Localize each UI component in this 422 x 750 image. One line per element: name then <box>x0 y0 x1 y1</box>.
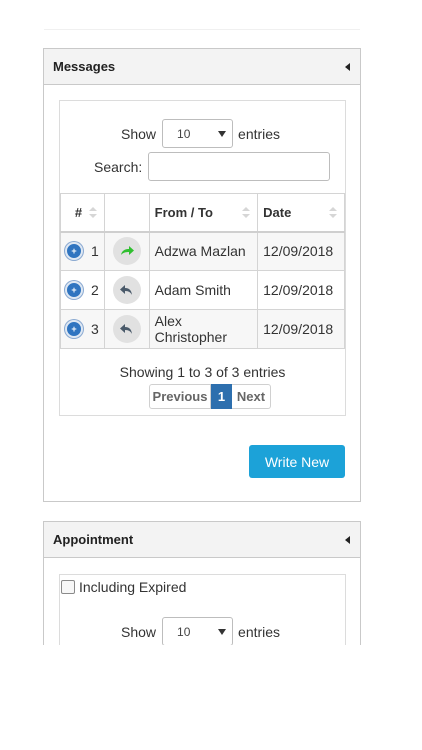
forward-icon <box>120 246 134 256</box>
page-length-select[interactable]: 10 <box>162 617 234 645</box>
sort-icon <box>88 207 97 219</box>
table-header-row: # From / To Date <box>60 193 345 233</box>
search-label: Search: <box>94 158 143 175</box>
write-new-button[interactable]: Write New <box>249 445 345 478</box>
row-number: 2 <box>91 282 99 298</box>
appointment-panel-header[interactable]: Appointment <box>44 522 360 558</box>
messages-table: # From / To Date + 1 Adzwa Mazlan 12/09/… <box>60 193 345 349</box>
appointment-panel-title: Appointment <box>53 532 134 547</box>
messages-table-wrapper: Show 10 entries Search: # From / To Date… <box>59 100 346 416</box>
from-to-cell: Adzwa Mazlan <box>154 243 246 260</box>
including-expired-label: Including Expired <box>79 579 187 595</box>
expand-row-icon[interactable] <box>65 320 83 338</box>
page-length-value: 10 <box>177 126 191 141</box>
reply-button[interactable] <box>112 315 141 343</box>
forward-button[interactable] <box>112 237 141 266</box>
row-number: 1 <box>91 243 99 260</box>
messages-panel-title: Messages <box>53 59 116 74</box>
reply-button[interactable] <box>112 276 141 304</box>
including-expired-checkbox[interactable] <box>61 580 75 594</box>
table-row[interactable]: 1 Adzwa Mazlan 12/09/2018 <box>60 231 345 271</box>
reply-icon <box>120 284 133 295</box>
page-length-control: Show 10 entries <box>121 617 280 645</box>
messages-panel-header[interactable]: Messages <box>44 49 360 85</box>
date-cell: 12/09/2018 <box>263 321 334 337</box>
including-expired-control: Including Expired <box>61 579 186 595</box>
search-input[interactable] <box>148 152 331 181</box>
column-number-label: # <box>74 204 83 220</box>
expand-row-icon[interactable] <box>65 242 83 261</box>
sort-icon <box>242 207 251 219</box>
column-date-label: Date <box>263 204 292 220</box>
row-number: 3 <box>91 321 99 337</box>
top-divider <box>44 29 360 30</box>
column-header-action <box>103 193 150 233</box>
column-header-date[interactable]: Date <box>257 193 345 233</box>
date-cell: 12/09/2018 <box>263 243 334 260</box>
pagination-previous-button[interactable]: Previous <box>149 384 211 409</box>
sort-icon <box>329 207 337 219</box>
show-label: Show <box>121 125 157 142</box>
column-from-to-label: From / To <box>154 204 213 220</box>
table-info: Showing 1 to 3 of 3 entries <box>119 364 286 380</box>
entries-label: entries <box>238 125 281 142</box>
page-length-control: Show 10 entries <box>121 119 280 148</box>
table-row[interactable]: 2 Adam Smith 12/09/2018 <box>60 270 345 310</box>
pagination-next-button[interactable]: Next <box>232 384 271 409</box>
date-cell: 12/09/2018 <box>263 282 334 298</box>
pagination: Previous 1 Next <box>149 384 271 409</box>
entries-label: entries <box>238 623 281 640</box>
appointment-panel: Appointment Including Expired Show 10 en… <box>43 521 361 645</box>
column-header-from-to[interactable]: From / To <box>148 193 259 233</box>
expand-row-icon[interactable] <box>65 281 83 299</box>
appointment-table-wrapper: Including Expired Show 10 entries <box>59 574 346 645</box>
chevron-down-icon <box>218 131 227 137</box>
show-label: Show <box>121 623 157 640</box>
chevron-down-icon <box>218 629 227 635</box>
search-control: Search: <box>94 152 331 181</box>
messages-panel: Messages Show 10 entries Search: # From … <box>43 48 361 502</box>
pagination-page-button[interactable]: 1 <box>211 384 232 409</box>
from-to-cell: Adam Smith <box>154 282 231 298</box>
collapse-icon[interactable] <box>345 535 350 544</box>
collapse-icon[interactable] <box>345 62 350 71</box>
page-length-select[interactable]: 10 <box>162 119 234 148</box>
column-header-number[interactable]: # <box>60 193 105 233</box>
reply-icon <box>120 323 133 334</box>
from-to-cell: Alex Christopher <box>154 313 228 345</box>
table-row[interactable]: 3 Alex Christopher 12/09/2018 <box>60 309 345 349</box>
page-length-value: 10 <box>177 624 191 639</box>
